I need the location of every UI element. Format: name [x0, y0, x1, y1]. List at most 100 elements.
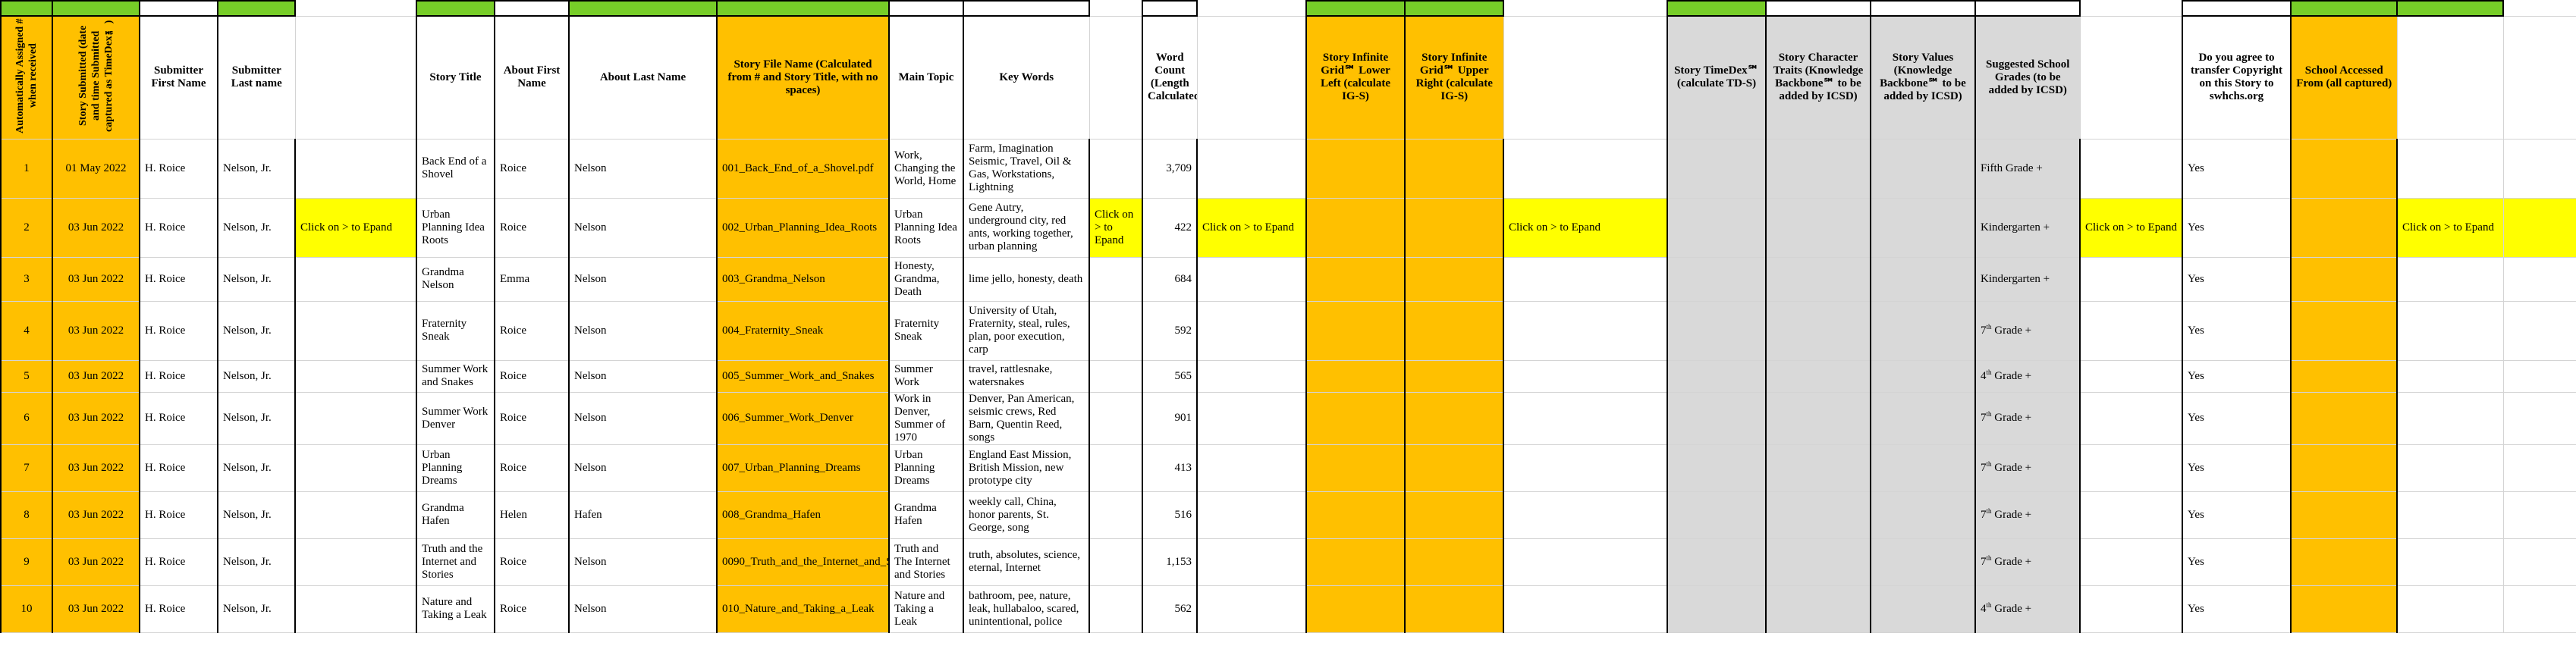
cell-number[interactable]: 7: [0, 444, 53, 492]
cell-character-traits[interactable]: [1765, 585, 1871, 633]
header-grid-lower-left[interactable]: Story Infinite Grid℠ Lower Left (calcula…: [1305, 15, 1406, 140]
cell-story-title[interactable]: Back End of a Shovel: [416, 139, 495, 199]
cell-word-count[interactable]: 565: [1142, 360, 1198, 393]
cell-key-words[interactable]: travel, rattlesnake, watersnakes: [963, 360, 1090, 393]
cell-key-words[interactable]: truth, absolutes, science, eternal, Inte…: [963, 538, 1090, 586]
cell-school-grades[interactable]: 7th Grade +: [1974, 491, 2081, 539]
cell-number[interactable]: 4: [0, 301, 53, 361]
cell-school-accessed[interactable]: [2290, 392, 2398, 445]
cell-date[interactable]: 03 Jun 2022: [52, 198, 140, 258]
cell-submitter-last[interactable]: Nelson, Jr.: [217, 491, 296, 539]
cell-story-values[interactable]: [1870, 257, 1976, 302]
cell-main-topic[interactable]: Work in Denver, Summer of 1970: [888, 392, 964, 445]
cell-number[interactable]: 8: [0, 491, 53, 539]
cell-school-accessed[interactable]: [2290, 538, 2398, 586]
cell-file-name[interactable]: 010_Nature_and_Taking_a_Leak: [716, 585, 890, 633]
cell-grid-lower-left[interactable]: [1305, 444, 1406, 492]
cell-story-title[interactable]: Summer Work Denver: [416, 392, 495, 445]
cell-submitter-first[interactable]: H. Roice: [139, 360, 218, 393]
cell-about-first[interactable]: Roice: [495, 444, 570, 492]
cell-school-accessed[interactable]: [2290, 444, 2398, 492]
expand-link[interactable]: Click on > to Epand: [1089, 198, 1143, 258]
cell-main-topic[interactable]: Honesty, Grandma, Death: [888, 257, 964, 302]
cell-school-grades[interactable]: 7th Grade +: [1974, 392, 2081, 445]
cell-date[interactable]: 03 Jun 2022: [52, 444, 140, 492]
cell-grid-upper-right[interactable]: [1404, 139, 1504, 199]
cell-copyright-agree[interactable]: Yes: [2182, 301, 2292, 361]
cell-key-words[interactable]: Gene Autry, underground city, red ants, …: [963, 198, 1090, 258]
cell-grid-upper-right[interactable]: [1404, 257, 1504, 302]
cell-about-first[interactable]: Roice: [495, 198, 570, 258]
cell-about-first[interactable]: Helen: [495, 491, 570, 539]
cell-submitter-first[interactable]: H. Roice: [139, 585, 218, 633]
cell-story-title[interactable]: Truth and the Internet and Stories: [416, 538, 495, 586]
cell-about-last[interactable]: Hafen: [568, 491, 718, 539]
cell-word-count[interactable]: 901: [1142, 392, 1198, 445]
cell-number[interactable]: 6: [0, 392, 53, 445]
cell-story-title[interactable]: Urban Planning Dreams: [416, 444, 495, 492]
cell-main-topic[interactable]: Urban Planning Dreams: [888, 444, 964, 492]
cell-main-topic[interactable]: Work, Changing the World, Home: [888, 139, 964, 199]
cell-copyright-agree[interactable]: Yes: [2182, 491, 2292, 539]
cell-key-words[interactable]: Farm, Imagination Seismic, Travel, Oil &…: [963, 139, 1090, 199]
cell-grid-lower-left[interactable]: [1305, 198, 1406, 258]
cell-date[interactable]: 03 Jun 2022: [52, 301, 140, 361]
cell-story-values[interactable]: [1870, 491, 1976, 539]
cell-date[interactable]: 03 Jun 2022: [52, 360, 140, 393]
expand-link[interactable]: Click on > to Epand: [1503, 198, 1668, 258]
cell-date[interactable]: 03 Jun 2022: [52, 538, 140, 586]
cell-key-words[interactable]: University of Utah, Fraternity, steal, r…: [963, 301, 1090, 361]
cell-word-count[interactable]: 516: [1142, 491, 1198, 539]
cell-story-values[interactable]: [1870, 360, 1976, 393]
cell-school-accessed[interactable]: [2290, 139, 2398, 199]
cell-timedex[interactable]: [1667, 139, 1767, 199]
cell-grid-lower-left[interactable]: [1305, 301, 1406, 361]
header-main-topic[interactable]: Main Topic: [888, 15, 964, 140]
cell-file-name[interactable]: 007_Urban_Planning_Dreams: [716, 444, 890, 492]
cell-about-first[interactable]: Roice: [495, 392, 570, 445]
cell-story-values[interactable]: [1870, 198, 1976, 258]
cell-submitter-first[interactable]: H. Roice: [139, 139, 218, 199]
header-word-count[interactable]: Word Count (Length Calculated): [1142, 15, 1198, 140]
cell-character-traits[interactable]: [1765, 257, 1871, 302]
expand-link[interactable]: Click on > to Epand: [295, 198, 417, 258]
cell-submitter-first[interactable]: H. Roice: [139, 392, 218, 445]
cell-school-grades[interactable]: 7th Grade +: [1974, 444, 2081, 492]
cell-submitter-last[interactable]: Nelson, Jr.: [217, 444, 296, 492]
cell-character-traits[interactable]: [1765, 301, 1871, 361]
cell-story-title[interactable]: Summer Work and Snakes: [416, 360, 495, 393]
cell-copyright-agree[interactable]: Yes: [2182, 538, 2292, 586]
cell-word-count[interactable]: 3,709: [1142, 139, 1198, 199]
cell-grid-lower-left[interactable]: [1305, 139, 1406, 199]
cell-story-title[interactable]: Grandma Nelson: [416, 257, 495, 302]
cell-word-count[interactable]: 592: [1142, 301, 1198, 361]
cell-school-accessed[interactable]: [2290, 198, 2398, 258]
cell-about-last[interactable]: Nelson: [568, 444, 718, 492]
cell-file-name[interactable]: 008_Grandma_Hafen: [716, 491, 890, 539]
cell-about-last[interactable]: Nelson: [568, 257, 718, 302]
cell-number[interactable]: 1: [0, 139, 53, 199]
cell-grid-lower-left[interactable]: [1305, 392, 1406, 445]
cell-copyright-agree[interactable]: Yes: [2182, 444, 2292, 492]
cell-number[interactable]: 9: [0, 538, 53, 586]
cell-about-last[interactable]: Nelson: [568, 301, 718, 361]
cell-school-accessed[interactable]: [2290, 360, 2398, 393]
cell-school-grades[interactable]: 4th Grade +: [1974, 360, 2081, 393]
cell-about-last[interactable]: Nelson: [568, 585, 718, 633]
cell-file-name[interactable]: 001_Back_End_of_a_Shovel.pdf: [716, 139, 890, 199]
cell-about-last[interactable]: Nelson: [568, 198, 718, 258]
cell-number[interactable]: 2: [0, 198, 53, 258]
cell-story-values[interactable]: [1870, 538, 1976, 586]
cell-submitter-first[interactable]: H. Roice: [139, 538, 218, 586]
cell-story-title[interactable]: Grandma Hafen: [416, 491, 495, 539]
cell-timedex[interactable]: [1667, 360, 1767, 393]
cell-school-accessed[interactable]: [2290, 491, 2398, 539]
cell-about-first[interactable]: Roice: [495, 538, 570, 586]
header-number[interactable]: Automatically Assigned # when received: [0, 15, 53, 140]
cell-date[interactable]: 03 Jun 2022: [52, 585, 140, 633]
cell-word-count[interactable]: 413: [1142, 444, 1198, 492]
cell-grid-lower-left[interactable]: [1305, 257, 1406, 302]
cell-submitter-first[interactable]: H. Roice: [139, 491, 218, 539]
cell-main-topic[interactable]: Summer Work: [888, 360, 964, 393]
cell-about-first[interactable]: Emma: [495, 257, 570, 302]
